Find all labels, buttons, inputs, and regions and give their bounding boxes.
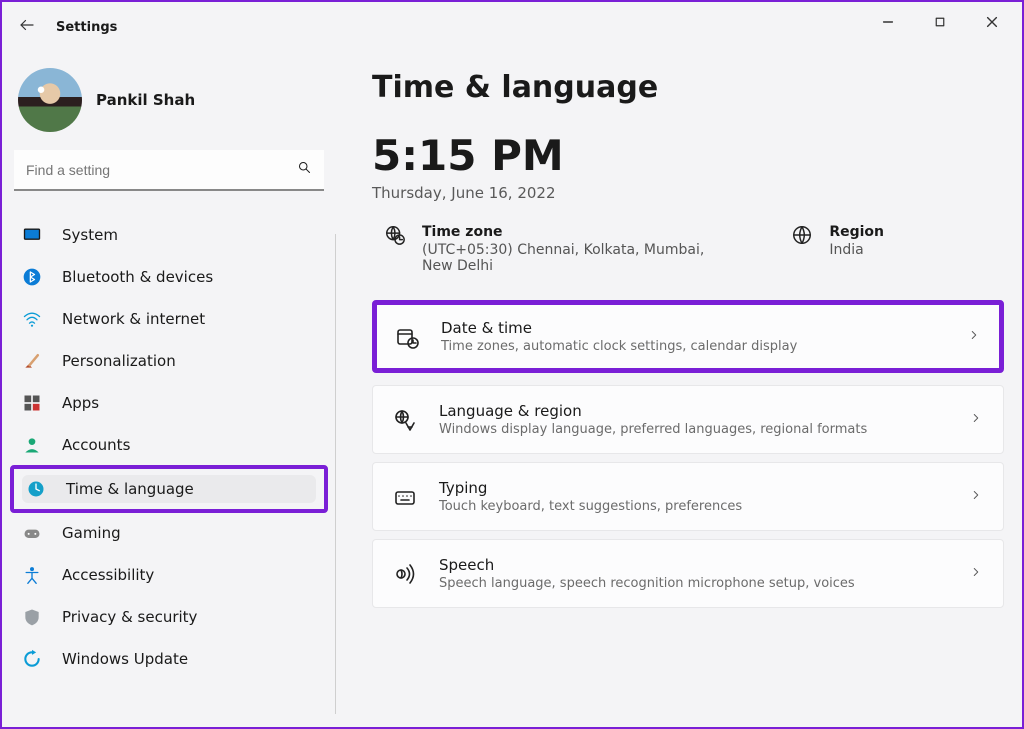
update-icon xyxy=(22,649,42,669)
user-block[interactable]: Pankil Shah xyxy=(10,64,328,150)
gamepad-icon xyxy=(22,523,42,543)
card-speech[interactable]: Speech Speech language, speech recogniti… xyxy=(372,539,1004,608)
sidebar-item-label: Gaming xyxy=(62,524,121,542)
sidebar-item-accessibility[interactable]: Accessibility xyxy=(10,555,328,595)
card-date-time[interactable]: Date & time Time zones, automatic clock … xyxy=(377,305,999,368)
sidebar-item-label: Time & language xyxy=(66,480,194,498)
timezone-info: Time zone (UTC+05:30) Chennai, Kolkata, … xyxy=(384,224,731,274)
sidebar-nav: System Bluetooth & devices Network & int… xyxy=(10,215,328,679)
card-title: Speech xyxy=(439,556,947,574)
sidebar-item-label: Accessibility xyxy=(62,566,154,584)
card-title: Typing xyxy=(439,479,947,497)
sidebar-item-network[interactable]: Network & internet xyxy=(10,299,328,339)
sidebar-item-accounts[interactable]: Accounts xyxy=(10,425,328,465)
keyboard-icon xyxy=(393,485,417,509)
sidebar-item-label: System xyxy=(62,226,118,244)
avatar xyxy=(18,68,82,132)
vertical-divider xyxy=(335,234,336,714)
card-title: Language & region xyxy=(439,402,947,420)
timezone-value: (UTC+05:30) Chennai, Kolkata, Mumbai, Ne… xyxy=(422,242,731,274)
sidebar-item-windows-update[interactable]: Windows Update xyxy=(10,639,328,679)
info-row: Time zone (UTC+05:30) Chennai, Kolkata, … xyxy=(384,224,1004,274)
region-value: India xyxy=(829,242,884,258)
sidebar-item-gaming[interactable]: Gaming xyxy=(10,513,328,553)
sidebar-item-label: Personalization xyxy=(62,352,176,370)
bluetooth-icon xyxy=(22,267,42,287)
main-panel: Time & language 5:15 PM Thursday, June 1… xyxy=(372,70,1004,616)
calendar-clock-icon xyxy=(395,325,419,349)
chevron-right-icon xyxy=(969,564,983,583)
sidebar-item-label: Accounts xyxy=(62,436,130,454)
shield-icon xyxy=(22,607,42,627)
sidebar-item-label: Apps xyxy=(62,394,99,412)
page-title: Time & language xyxy=(372,70,1004,105)
sidebar-item-system[interactable]: System xyxy=(10,215,328,255)
app-header: Settings xyxy=(18,16,117,38)
chevron-right-icon xyxy=(967,327,981,346)
clock-globe-icon xyxy=(26,479,46,499)
date-display: Thursday, June 16, 2022 xyxy=(372,184,1004,202)
sidebar-item-label: Privacy & security xyxy=(62,608,197,626)
timezone-icon xyxy=(384,224,406,246)
window-controls xyxy=(876,2,1022,34)
back-button[interactable] xyxy=(18,16,36,38)
search-box[interactable] xyxy=(14,150,324,191)
highlight-card-date-time: Date & time Time zones, automatic clock … xyxy=(372,300,1004,373)
sidebar-item-label: Network & internet xyxy=(62,310,205,328)
sidebar-item-privacy[interactable]: Privacy & security xyxy=(10,597,328,637)
maximize-button[interactable] xyxy=(928,10,952,34)
person-icon xyxy=(22,435,42,455)
close-button[interactable] xyxy=(980,10,1004,34)
speech-icon xyxy=(393,562,417,586)
clock-display: 5:15 PM xyxy=(372,131,1004,180)
sidebar-item-apps[interactable]: Apps xyxy=(10,383,328,423)
apps-icon xyxy=(22,393,42,413)
sidebar-item-label: Bluetooth & devices xyxy=(62,268,213,286)
chevron-right-icon xyxy=(969,487,983,506)
card-sub: Time zones, automatic clock settings, ca… xyxy=(441,339,945,354)
sidebar-item-bluetooth[interactable]: Bluetooth & devices xyxy=(10,257,328,297)
card-sub: Windows display language, preferred lang… xyxy=(439,422,947,437)
highlight-sidebar: Time & language xyxy=(10,465,328,513)
region-label: Region xyxy=(829,224,884,240)
card-title: Date & time xyxy=(441,319,945,337)
app-title: Settings xyxy=(56,20,117,35)
display-icon xyxy=(22,225,42,245)
search-input[interactable] xyxy=(26,162,297,178)
timezone-label: Time zone xyxy=(422,224,731,240)
card-sub: Speech language, speech recognition micr… xyxy=(439,576,947,591)
sidebar-item-personalization[interactable]: Personalization xyxy=(10,341,328,381)
user-name: Pankil Shah xyxy=(96,91,195,109)
search-icon xyxy=(297,160,312,179)
brush-icon xyxy=(22,351,42,371)
chevron-right-icon xyxy=(969,410,983,429)
wifi-icon xyxy=(22,309,42,329)
region-info: Region India xyxy=(791,224,884,274)
minimize-button[interactable] xyxy=(876,10,900,34)
card-language-region[interactable]: Language & region Windows display langua… xyxy=(372,385,1004,454)
sidebar-item-label: Windows Update xyxy=(62,650,188,668)
sidebar-item-time-language[interactable]: Time & language xyxy=(22,475,316,503)
accessibility-icon xyxy=(22,565,42,585)
card-typing[interactable]: Typing Touch keyboard, text suggestions,… xyxy=(372,462,1004,531)
globe-icon xyxy=(791,224,813,246)
card-sub: Touch keyboard, text suggestions, prefer… xyxy=(439,499,947,514)
language-icon xyxy=(393,408,417,432)
